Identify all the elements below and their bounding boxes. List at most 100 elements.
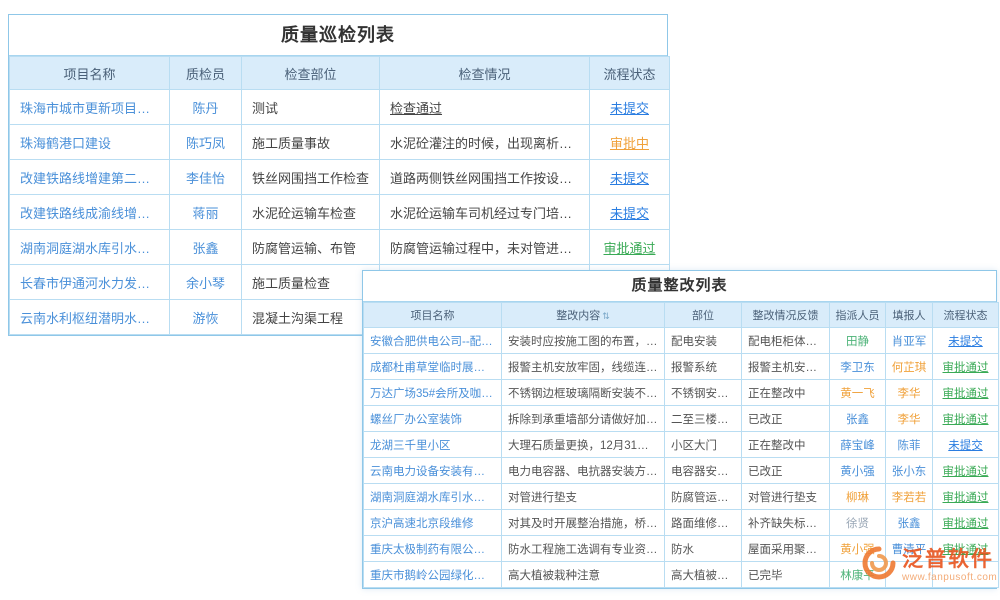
feedback-cell: 屋面采用聚氨... — [742, 536, 830, 562]
part-cell: 高大植被栽种 — [665, 562, 742, 588]
project-name-link[interactable]: 重庆太极制药有限公司亳州中... — [364, 536, 502, 562]
assignee-name: 黄小强 — [840, 466, 875, 478]
feedback-cell: 已改正 — [742, 406, 830, 432]
part-cell: 电容器安装... — [665, 458, 742, 484]
inspector-link[interactable]: 陈巧凤 — [170, 125, 242, 160]
inspection-situation-cell: 水泥砼灌注的时候，出现离析现象 — [380, 125, 590, 160]
status-cell: 审批通过 — [933, 484, 999, 510]
reporter-name: 肖亚军 — [892, 336, 927, 348]
rectification-header-row: 项目名称 整改内容⇅ 部位 整改情况反馈 指派人员 填报人 流程状态 — [364, 303, 999, 328]
sort-icon[interactable]: ⇅ — [602, 311, 610, 321]
assignee-name: 徐贤 — [846, 518, 869, 530]
status-link[interactable]: 未提交 — [948, 440, 983, 452]
project-name-link[interactable]: 长春市伊通河水力发电... — [10, 265, 170, 300]
table-row: 改建铁路线增建第二线... 李佳怡 铁丝网围挡工作检查 道路两侧铁丝网围挡工作按… — [10, 160, 670, 195]
inspection-part-cell: 铁丝网围挡工作检查 — [242, 160, 380, 195]
rectify-content-cell: 报警主机安放牢固，线缆连接... — [502, 354, 665, 380]
project-name-link[interactable]: 湖南洞庭湖水库引水工... — [10, 230, 170, 265]
status-link[interactable]: 审批通过 — [943, 518, 989, 530]
inspector-link[interactable]: 游恢 — [170, 300, 242, 335]
project-name-link[interactable]: 云南电力设备安装有限公司20... — [364, 458, 502, 484]
project-name-link[interactable]: 珠海鹤港口建设 — [10, 125, 170, 160]
table-row: 改建铁路线成渝线增建第... 蒋丽 水泥砼运输车检查 水泥砼运输车司机经过专门培… — [10, 195, 670, 230]
inspector-link[interactable]: 李佳怡 — [170, 160, 242, 195]
inspector-link[interactable]: 蒋丽 — [170, 195, 242, 230]
status-link[interactable]: 审批通过 — [603, 241, 655, 256]
reporter-cell: 李华 — [886, 380, 933, 406]
assignee-name: 薛宝峰 — [840, 440, 875, 452]
part-cell: 防水 — [665, 536, 742, 562]
col-header-flow-status: 流程状态 — [933, 303, 999, 328]
watermark-text: 泛普软件 www.fanpusoft.com — [902, 548, 997, 582]
rectify-content-cell: 防水工程施工选调有专业资质... — [502, 536, 665, 562]
project-name-link[interactable]: 改建铁路线成渝线增建第... — [10, 195, 170, 230]
status-cell: 审批通过 — [590, 230, 670, 265]
assignee-cell: 李卫东 — [830, 354, 886, 380]
rectification-list-title: 质量整改列表 — [363, 271, 996, 302]
reporter-cell: 李华 — [886, 406, 933, 432]
inspection-part-cell: 测试 — [242, 90, 380, 125]
inspection-situation-cell: 防腐管运输过程中，未对管进行... — [380, 230, 590, 265]
reporter-name: 李若若 — [892, 492, 927, 504]
assignee-cell: 黄小强 — [830, 458, 886, 484]
reporter-cell: 肖亚军 — [886, 328, 933, 354]
assignee-cell: 薛宝峰 — [830, 432, 886, 458]
project-name-link[interactable]: 龙湖三千里小区 — [364, 432, 502, 458]
status-cell: 未提交 — [590, 90, 670, 125]
project-name-link[interactable]: 改建铁路线增建第二线... — [10, 160, 170, 195]
assignee-cell: 田静 — [830, 328, 886, 354]
status-link[interactable]: 未提交 — [610, 171, 649, 186]
fanpu-watermark: 泛普软件 www.fanpusoft.com — [862, 546, 997, 585]
feedback-cell: 正在整改中 — [742, 380, 830, 406]
assignee-name: 田静 — [846, 336, 869, 348]
reporter-name: 张小东 — [892, 466, 927, 478]
status-link[interactable]: 审批通过 — [943, 466, 989, 478]
assignee-name: 黄一飞 — [840, 388, 875, 400]
part-cell: 报警系统 — [665, 354, 742, 380]
status-link[interactable]: 未提交 — [610, 206, 649, 221]
project-name-link[interactable]: 螺丝厂办公室装饰 — [364, 406, 502, 432]
part-cell: 配电安装 — [665, 328, 742, 354]
reporter-cell: 张鑫 — [886, 510, 933, 536]
project-name-link[interactable]: 云南水利枢纽潜明水库... — [10, 300, 170, 335]
project-name-link[interactable]: 万达广场35#会所及咖啡厅空... — [364, 380, 502, 406]
inspection-list-title: 质量巡检列表 — [9, 15, 667, 56]
reporter-name: 陈菲 — [898, 440, 921, 452]
table-row: 珠海鹤港口建设 陈巧凤 施工质量事故 水泥砼灌注的时候，出现离析现象 审批中 — [10, 125, 670, 160]
table-row: 成都杜甫草堂临时展厅独立展... 报警主机安放牢固，线缆连接... 报警系统 报… — [364, 354, 999, 380]
rectify-content-cell: 电力电容器、电抗器安装方案... — [502, 458, 665, 484]
col-header-rectify-content[interactable]: 整改内容⇅ — [502, 303, 665, 328]
col-header-label: 整改内容 — [556, 310, 600, 322]
project-name-link[interactable]: 湖南洞庭湖水库引水工程施工1标 — [364, 484, 502, 510]
col-header-project-name: 项目名称 — [10, 57, 170, 90]
col-header-inspection-situation: 检查情况 — [380, 57, 590, 90]
table-row: 安徽合肥供电公司--配电设备... 安装时应按施工图的布置，将... 配电安装 … — [364, 328, 999, 354]
inspector-link[interactable]: 陈丹 — [170, 90, 242, 125]
project-name-link[interactable]: 珠海市城市更新项目紫... — [10, 90, 170, 125]
project-name-link[interactable]: 安徽合肥供电公司--配电设备... — [364, 328, 502, 354]
status-link[interactable]: 未提交 — [948, 336, 983, 348]
status-link[interactable]: 未提交 — [610, 101, 649, 116]
inspector-link[interactable]: 张鑫 — [170, 230, 242, 265]
table-row: 珠海市城市更新项目紫... 陈丹 测试 检查通过 未提交 — [10, 90, 670, 125]
status-link[interactable]: 审批通过 — [943, 414, 989, 426]
status-link[interactable]: 审批通过 — [943, 362, 989, 374]
status-link[interactable]: 审批通过 — [943, 388, 989, 400]
reporter-name: 李华 — [898, 414, 921, 426]
col-header-part: 部位 — [665, 303, 742, 328]
feedback-cell: 对管进行垫支 — [742, 484, 830, 510]
watermark-url: www.fanpusoft.com — [902, 572, 997, 583]
project-name-link[interactable]: 成都杜甫草堂临时展厅独立展... — [364, 354, 502, 380]
assignee-name: 李卫东 — [840, 362, 875, 374]
assignee-cell: 柳琳 — [830, 484, 886, 510]
inspector-link[interactable]: 余小琴 — [170, 265, 242, 300]
project-name-link[interactable]: 重庆市鹅岭公园绿化景观提升... — [364, 562, 502, 588]
inspection-part-cell: 防腐管运输、布管 — [242, 230, 380, 265]
part-cell: 不锈钢安装... — [665, 380, 742, 406]
table-row: 龙湖三千里小区 大理石质量更换，12月31日之... 小区大门 正在整改中 薛宝… — [364, 432, 999, 458]
part-cell: 小区大门 — [665, 432, 742, 458]
status-link[interactable]: 审批通过 — [943, 492, 989, 504]
project-name-link[interactable]: 京沪高速北京段维修 — [364, 510, 502, 536]
status-link[interactable]: 审批中 — [610, 136, 649, 151]
part-cell: 二至三楼混... — [665, 406, 742, 432]
